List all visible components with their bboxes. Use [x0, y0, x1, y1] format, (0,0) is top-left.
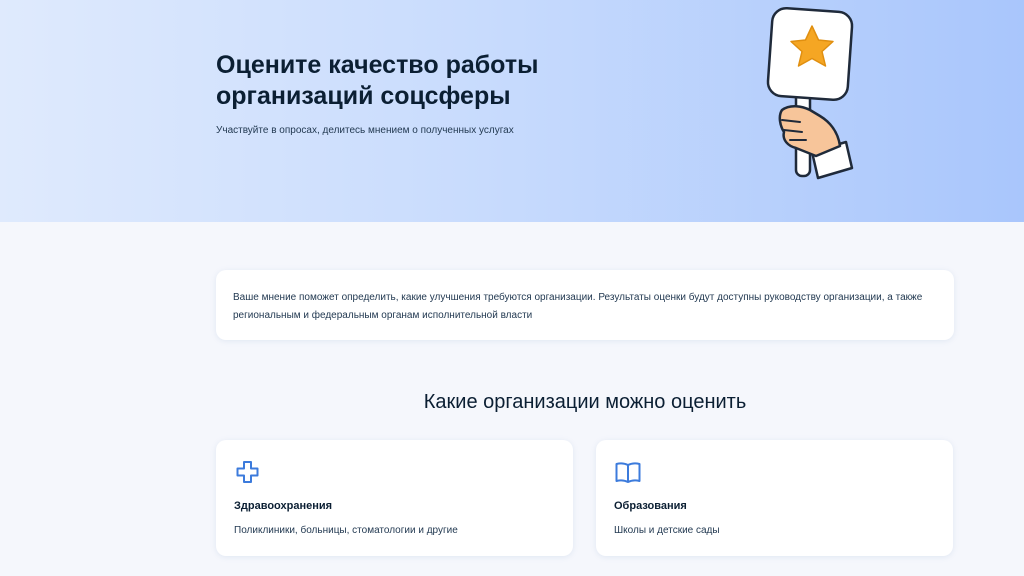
hero-banner: Оцените качество работы организаций соцс… [0, 0, 1024, 222]
org-description: Поликлиники, больницы, стоматологии и др… [234, 525, 458, 536]
info-text: Ваше мнение поможет определить, какие ул… [233, 292, 923, 321]
page-title: Оцените качество работы организаций соцс… [216, 51, 539, 110]
page-subtitle: Участвуйте в опросах, делитесь мнением о… [216, 125, 514, 136]
org-description: Школы и детские сады [614, 525, 720, 536]
section-title: Какие организации можно оценить [423, 391, 747, 413]
hand-holding-star-sign-icon [760, 6, 860, 188]
org-card-education[interactable]: Образования Школы и детские сады [596, 440, 953, 556]
org-name: Образования [614, 500, 687, 512]
info-card: Ваше мнение поможет определить, какие ул… [216, 270, 954, 340]
org-card-healthcare[interactable]: Здравоохранения Поликлиники, больницы, с… [216, 440, 573, 556]
medical-cross-icon [234, 460, 262, 486]
org-name: Здравоохранения [234, 500, 333, 512]
open-book-icon [614, 460, 642, 486]
